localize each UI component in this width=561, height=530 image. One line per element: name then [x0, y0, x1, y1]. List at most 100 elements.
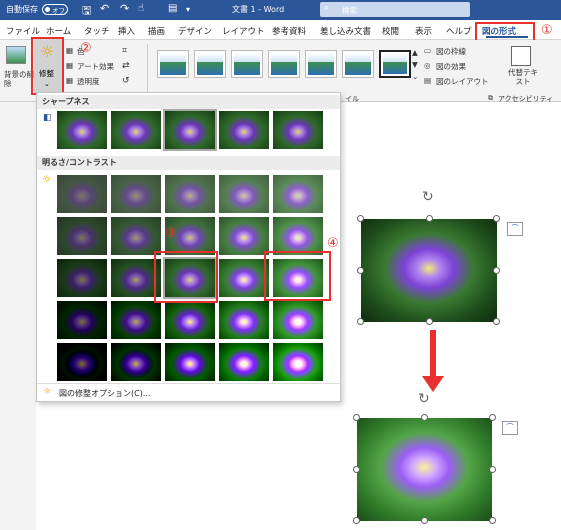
picture-effects-icon[interactable]: ◎	[424, 61, 431, 70]
transparency-icon[interactable]: ▦	[66, 76, 73, 85]
tab-references[interactable]: 参考資料	[272, 25, 306, 37]
brightness-preset[interactable]	[57, 343, 107, 381]
search-box[interactable]: ⌕ 検索	[320, 2, 470, 17]
picture-style-1[interactable]	[157, 50, 189, 78]
brightness-preset[interactable]	[57, 217, 107, 255]
tab-design[interactable]: デザイン	[178, 25, 212, 37]
picture-before[interactable]	[361, 219, 497, 322]
quick-access-icon[interactable]: ▤	[168, 3, 177, 14]
brightness-preset[interactable]	[273, 301, 323, 339]
callout-number-3: ③	[165, 226, 177, 241]
picture-style-4[interactable]	[268, 50, 300, 78]
change-picture-icon[interactable]: ⇄	[122, 61, 130, 71]
brightness-preset[interactable]	[165, 175, 215, 213]
vertical-ruler	[0, 102, 36, 530]
tab-review[interactable]: 校閲	[382, 25, 399, 37]
brightness-preset[interactable]	[111, 301, 161, 339]
brightness-preset[interactable]	[57, 301, 107, 339]
alt-text-label[interactable]: 代替テキスト	[506, 68, 540, 86]
brightness-preset[interactable]	[219, 259, 269, 297]
remove-background-icon[interactable]	[4, 44, 28, 68]
picture-style-6[interactable]	[342, 50, 374, 78]
tab-layout[interactable]: レイアウト	[222, 25, 265, 37]
brightness-preset[interactable]	[273, 217, 323, 255]
picture-layout-icon[interactable]: ▤	[424, 76, 431, 85]
brightness-preset[interactable]	[273, 175, 323, 213]
sharpness-preset[interactable]	[163, 109, 217, 151]
rotate-handle-icon[interactable]: ↻	[422, 189, 434, 205]
resize-handle[interactable]	[421, 517, 428, 524]
styles-scroll-down-icon[interactable]: ▼	[412, 60, 418, 69]
layout-options-icon[interactable]: ⌒	[507, 222, 523, 236]
brightness-preset[interactable]	[219, 175, 269, 213]
brightness-preset[interactable]	[111, 343, 161, 381]
transparency-label[interactable]: 透明度	[77, 76, 100, 87]
brightness-preset[interactable]	[57, 175, 107, 213]
resize-handle[interactable]	[426, 318, 433, 325]
resize-handle[interactable]	[357, 215, 364, 222]
brightness-preset[interactable]	[219, 217, 269, 255]
sharpness-preset[interactable]	[219, 111, 269, 149]
resize-handle[interactable]	[421, 414, 428, 421]
color-label[interactable]: 色	[77, 46, 85, 57]
layout-options-icon[interactable]: ⌒	[502, 421, 518, 435]
artistic-effects-icon[interactable]: ▦	[66, 61, 73, 70]
resize-handle[interactable]	[493, 267, 500, 274]
resize-handle[interactable]	[489, 517, 496, 524]
tab-view[interactable]: 表示	[415, 25, 432, 37]
autosave-toggle[interactable]: オフ	[42, 4, 68, 15]
picture-style-7[interactable]	[379, 50, 411, 78]
redo-icon[interactable]: ↷	[120, 2, 129, 15]
brightness-preset[interactable]	[57, 259, 107, 297]
sharpness-preset[interactable]	[273, 111, 323, 149]
resize-handle[interactable]	[493, 215, 500, 222]
brightness-preset[interactable]	[219, 301, 269, 339]
remove-background-label[interactable]: 背景の削除	[4, 70, 34, 88]
picture-style-5[interactable]	[305, 50, 337, 78]
tab-draw[interactable]: 描画	[148, 25, 165, 37]
artistic-effects-label[interactable]: アート効果	[77, 61, 114, 72]
picture-border-icon[interactable]: ▭	[424, 46, 431, 55]
tab-help[interactable]: ヘルプ	[446, 25, 472, 37]
save-icon[interactable]: 🖫	[82, 2, 91, 21]
resize-handle[interactable]	[357, 318, 364, 325]
brightness-preset[interactable]	[273, 343, 323, 381]
customize-qat-icon[interactable]: ▾	[186, 5, 190, 14]
picture-layout-label[interactable]: 図のレイアウト	[436, 76, 489, 87]
resize-handle[interactable]	[493, 318, 500, 325]
resize-handle[interactable]	[353, 414, 360, 421]
resize-handle[interactable]	[353, 517, 360, 524]
brightness-preset[interactable]	[111, 175, 161, 213]
tab-file[interactable]: ファイル	[6, 25, 40, 37]
brightness-preset[interactable]	[111, 217, 161, 255]
picture-style-2[interactable]	[194, 50, 226, 78]
tab-touch[interactable]: タッチ	[84, 25, 110, 37]
undo-icon[interactable]: ↶	[100, 2, 109, 15]
compress-pictures-icon[interactable]: ⌗	[122, 46, 127, 56]
resize-handle[interactable]	[353, 466, 360, 473]
resize-handle[interactable]	[489, 414, 496, 421]
sharpness-preset[interactable]	[57, 111, 107, 149]
styles-more-icon[interactable]: ⌄	[412, 72, 418, 81]
brightness-preset[interactable]	[165, 301, 215, 339]
picture-after[interactable]	[357, 418, 492, 521]
rotate-handle-icon[interactable]: ↻	[418, 391, 430, 407]
reset-picture-icon[interactable]: ↺	[122, 76, 130, 86]
resize-handle[interactable]	[489, 466, 496, 473]
picture-border-label[interactable]: 図の枠線	[436, 46, 466, 57]
brightness-preset[interactable]	[165, 343, 215, 381]
color-icon[interactable]: ▦	[66, 46, 73, 55]
resize-handle[interactable]	[426, 215, 433, 222]
picture-effects-label[interactable]: 図の効果	[436, 61, 466, 72]
alt-text-icon[interactable]	[511, 46, 531, 66]
tab-insert[interactable]: 挿入	[118, 25, 135, 37]
picture-corrections-options[interactable]: 図の修整オプション(C)...	[59, 388, 150, 399]
tab-home[interactable]: ホーム	[46, 25, 71, 37]
styles-scroll-up-icon[interactable]: ▲	[412, 48, 418, 57]
sharpness-preset[interactable]	[111, 111, 161, 149]
tab-mailings[interactable]: 差し込み文書	[320, 25, 371, 37]
resize-handle[interactable]	[357, 267, 364, 274]
touch-mode-icon[interactable]: ☝	[138, 3, 144, 14]
picture-style-3[interactable]	[231, 50, 263, 78]
brightness-preset[interactable]	[219, 343, 269, 381]
